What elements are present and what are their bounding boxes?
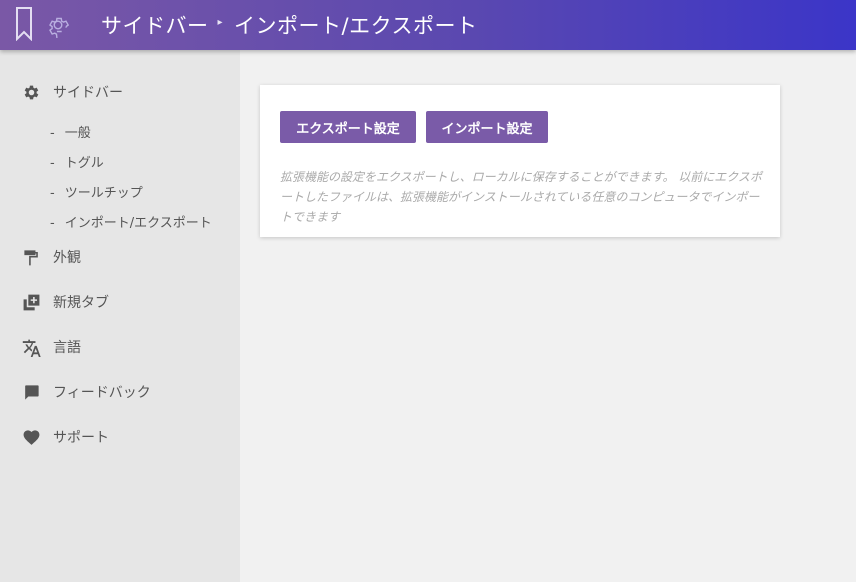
sidebar-item-label: フィードバック	[53, 385, 151, 401]
sidebar-subitem-import-export[interactable]: - インポート/エクスポート	[50, 212, 212, 231]
description-text: 拡張機能の設定をエクスポートし、ローカルに保存することができます。 以前にエクス…	[280, 170, 762, 224]
sidebar-item-appearance[interactable]: 外観	[22, 247, 81, 267]
sidebar-item-feedback[interactable]: フィードバック	[22, 382, 151, 402]
chat-icon	[25, 384, 39, 400]
sidebar-subitem-general[interactable]: - 一般	[50, 122, 91, 141]
sub-dash: -	[50, 126, 55, 141]
sidebar-item-label: サイドバー	[53, 85, 123, 101]
sidebar: サイドバー - 一般 - トグル - ツールチップ - インポート/エクスポート 外観 …	[0, 50, 240, 582]
bookmark-icon[interactable]	[15, 7, 33, 41]
sidebar-item-label: 言語	[53, 340, 81, 356]
sidebar-subitem-label: インポート/エクスポート	[64, 216, 212, 231]
sidebar-item-label: 外観	[53, 250, 81, 266]
sidebar-item-language[interactable]: 言語	[22, 337, 81, 357]
sidebar-item-new-tab[interactable]: 新規タブ	[22, 292, 109, 312]
sidebar-subitem-toggle[interactable]: - トグル	[50, 152, 104, 171]
sidebar-item-support[interactable]: サポート	[22, 427, 109, 447]
export-settings-button[interactable]: エクスポート設定	[280, 111, 416, 143]
heart-icon	[23, 429, 40, 445]
translate-icon	[22, 339, 41, 357]
gear-icon	[24, 85, 39, 99]
paint-roller-icon	[24, 249, 38, 265]
breadcrumb-separator-icon: ▸	[217, 16, 224, 28]
sidebar-item-sidebar[interactable]: サイドバー	[22, 82, 123, 102]
gear-icon[interactable]	[45, 12, 71, 38]
sidebar-subitem-label: トグル	[64, 156, 104, 171]
import-settings-button[interactable]: インポート設定	[426, 111, 548, 143]
import-export-card: エクスポート設定 インポート設定 拡張機能の設定をエクスポートし、ローカルに保存…	[260, 85, 780, 237]
sub-dash: -	[50, 216, 55, 231]
sub-dash: -	[50, 186, 55, 201]
add-tab-icon	[23, 294, 40, 310]
app-header: サイドバー ▸ インポート/エクスポート	[0, 0, 856, 50]
breadcrumb-sidebar[interactable]: サイドバー	[101, 10, 209, 40]
breadcrumb: サイドバー ▸ インポート/エクスポート	[101, 0, 477, 50]
sub-dash: -	[50, 156, 55, 171]
sidebar-subitem-tooltip[interactable]: - ツールチップ	[50, 182, 143, 201]
sidebar-item-label: 新規タブ	[53, 295, 109, 311]
sidebar-item-label: サポート	[53, 430, 109, 446]
breadcrumb-import-export: インポート/エクスポート	[234, 14, 478, 38]
sidebar-subitem-label: ツールチップ	[64, 186, 143, 201]
sidebar-subitem-label: 一般	[64, 126, 91, 141]
